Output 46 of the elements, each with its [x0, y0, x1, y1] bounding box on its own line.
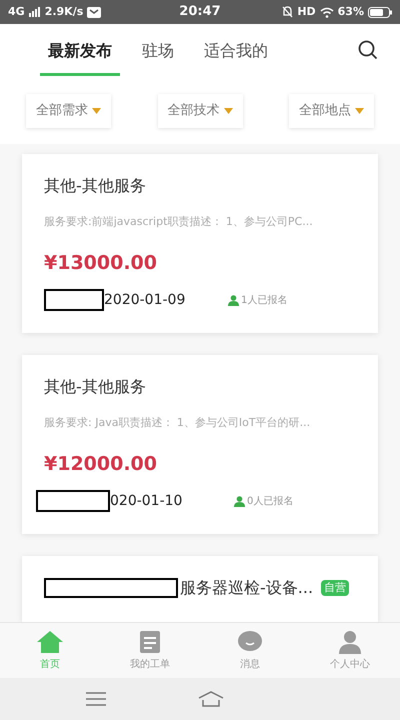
battery-icon — [368, 6, 392, 18]
wifi-icon — [320, 6, 334, 18]
nav-tab[interactable]: 消息 — [200, 623, 300, 678]
hd-label: HD — [297, 4, 316, 20]
bell-muted-icon — [282, 6, 294, 18]
card-title: 其他-其他服务 — [44, 175, 146, 197]
network-speed: 2.9K/s — [44, 4, 84, 20]
filter-dropdown[interactable]: 全部需求 — [26, 94, 111, 128]
job-card[interactable]: 服务器巡检-设备... 自营 — [22, 556, 378, 622]
person-icon — [228, 294, 239, 306]
job-card[interactable]: 其他-其他服务 服务要求: Java职责描述： 1、参与公司IoT平台的研... ¥12000.00 020-01-10 0人已报名 — [22, 355, 378, 534]
menu-icon[interactable] — [86, 692, 106, 706]
filter-dropdown[interactable]: 全部地点 — [289, 94, 374, 128]
chat-bubble-icon — [237, 630, 263, 654]
redaction-box — [44, 289, 104, 311]
job-card[interactable]: 其他-其他服务 服务要求:前端javascript职责描述： 1、参与公司PC... ¥13000.00 2020-01-09 1人已报名 — [22, 154, 378, 333]
person-icon — [338, 630, 362, 654]
tab[interactable]: 驻场 — [134, 28, 182, 76]
price: ¥13000.00 — [44, 250, 158, 276]
caret-icon — [224, 108, 232, 114]
signal-icon — [28, 7, 41, 17]
home-icon — [36, 630, 64, 654]
badge: 自营 — [321, 580, 350, 596]
nav-tab[interactable]: 个人中心 — [300, 623, 400, 678]
search-icon[interactable] — [358, 40, 378, 60]
document-icon — [139, 630, 161, 654]
battery-percent: 63% — [338, 4, 364, 20]
post-date: 020-01-10 — [110, 492, 184, 510]
signup-count: 1人已报名 — [241, 294, 288, 308]
clock-time: 20:47 — [179, 3, 221, 22]
signup-count: 0人已报名 — [247, 494, 294, 508]
post-date: 2020-01-09 — [104, 290, 186, 310]
nav-tab[interactable]: 我的工单 — [100, 623, 200, 678]
filter-dropdown[interactable]: 全部技术 — [158, 94, 242, 128]
card-description: 服务要求:前端javascript职责描述： 1、参与公司PC... — [44, 214, 314, 230]
caret-icon — [92, 108, 101, 114]
tab[interactable]: 适合我的 — [196, 28, 276, 76]
card-title: 服务器巡检-设备... — [180, 577, 314, 599]
price: ¥12000.00 — [44, 452, 158, 476]
network-label: 4G — [8, 4, 25, 20]
mail-icon — [87, 6, 102, 18]
home-outline-icon[interactable] — [196, 691, 224, 707]
person-icon — [234, 496, 245, 506]
card-description: 服务要求: Java职责描述： 1、参与公司IoT平台的研... — [44, 415, 312, 431]
caret-icon — [355, 108, 364, 114]
card-title: 其他-其他服务 — [44, 376, 146, 398]
